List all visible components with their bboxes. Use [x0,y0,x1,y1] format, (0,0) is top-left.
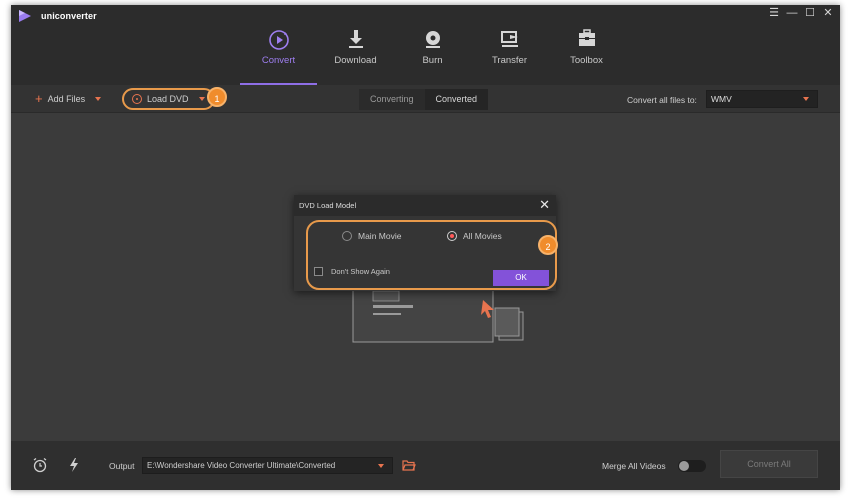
callout-badge-2: 2 [538,235,558,255]
dialog-close-icon[interactable]: ✕ [539,195,550,214]
tab-download[interactable]: Download [317,5,394,85]
download-icon [348,30,363,48]
output-format-value: WMV [711,94,732,104]
tab-transfer[interactable]: Transfer [471,5,548,85]
app-title: uniconverter [41,11,97,21]
tab-burn-label: Burn [422,55,443,66]
maximize-icon[interactable]: ☐ [804,7,816,19]
tab-toolbox-label: Toolbox [570,55,603,66]
tab-converting[interactable]: Converting [359,89,425,110]
dialog-title: DVD Load Model [299,201,357,210]
chevron-down-icon [378,464,384,468]
add-files-button[interactable]: + Add Files [35,91,102,107]
convert-all-button[interactable]: Convert All [720,450,818,478]
load-dvd-label: Load DVD [147,94,189,104]
toolbar: + Add Files Load DVD 1 Converting Conver… [11,85,840,113]
toolbox-icon [578,29,595,46]
alarm-clock-icon[interactable] [32,457,48,473]
main-tabs: Convert Download Burn Transfer Toolbox [240,5,625,85]
output-path-value: E:\Wondershare Video Converter Ultimate\… [147,461,336,470]
tab-burn[interactable]: Burn [394,5,471,85]
load-dvd-dropdown-icon[interactable] [198,97,205,101]
brand: uniconverter [18,9,97,23]
merge-toggle[interactable] [678,460,706,472]
close-icon[interactable]: ✕ [822,7,834,19]
plus-icon: + [35,91,43,106]
output-format-select[interactable]: WMV [706,90,818,108]
add-files-dropdown-icon[interactable] [95,97,102,101]
tab-converted[interactable]: Converted [424,89,489,110]
tab-toolbox[interactable]: Toolbox [548,5,625,85]
burn-icon [425,31,440,48]
app-logo-icon [19,10,31,22]
callout-badge-1: 1 [207,87,227,107]
convert-icon [268,30,289,50]
minimize-icon[interactable]: — [786,7,798,19]
folder-icon[interactable] [402,460,416,471]
menu-icon[interactable]: ☰ [768,7,780,19]
transfer-icon [500,31,518,47]
app-window: uniconverter ☰ — ☐ ✕ Convert Download Bu… [11,5,840,490]
tab-download-label: Download [334,55,377,66]
output-path-field[interactable]: E:\Wondershare Video Converter Ultimate\… [142,457,393,474]
load-dvd-button[interactable]: Load DVD [122,88,215,110]
convert-all-to-label: Convert all files to: [627,95,697,105]
add-files-label: Add Files [47,94,86,104]
highlight-annotation [306,220,557,290]
tab-transfer-label: Transfer [491,55,528,66]
bottom-bar: Output E:\Wondershare Video Converter Ul… [11,441,840,490]
tab-convert[interactable]: Convert [240,5,317,85]
merge-all-videos-label: Merge All Videos [602,461,666,471]
tab-convert-label: Convert [261,55,296,66]
status-segmented-control: Converting Converted [359,89,489,110]
window-controls: ☰ — ☐ ✕ [768,7,834,19]
top-bar: uniconverter ☰ — ☐ ✕ Convert Download Bu… [11,5,840,85]
lightning-icon[interactable] [68,457,80,473]
output-label: Output [109,461,135,471]
chevron-down-icon [803,97,809,101]
dialog-header: DVD Load Model ✕ [294,195,556,216]
dvd-icon [132,94,142,104]
